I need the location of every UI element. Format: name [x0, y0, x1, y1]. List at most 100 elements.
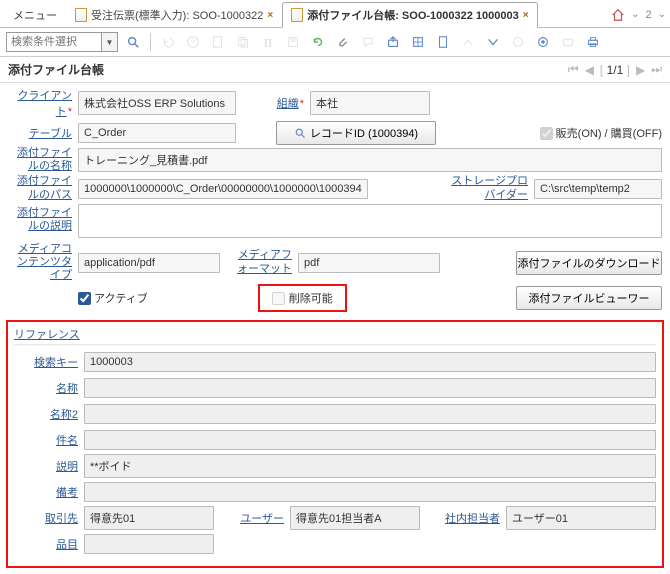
mediact-label[interactable]: メディアコンテンツタイプ — [17, 243, 72, 281]
subject-label[interactable]: 件名 — [56, 435, 78, 447]
storage-value: C:\src\temp\temp2 — [534, 179, 662, 199]
save-icon[interactable] — [283, 32, 303, 52]
srep-value: ユーザー01 — [506, 506, 656, 530]
viewer-label: 添付ファイルビューワー — [529, 290, 650, 306]
document-icon — [75, 8, 87, 22]
ref-desc-label[interactable]: 説明 — [56, 461, 78, 473]
grid-icon[interactable] — [408, 32, 428, 52]
name2-label[interactable]: 名称2 — [50, 409, 78, 421]
home-icon[interactable] — [611, 8, 625, 22]
filename-label[interactable]: 添付ファイルの名称 — [17, 147, 72, 172]
search-criteria-input[interactable] — [7, 33, 101, 51]
note-label[interactable]: 備考 — [56, 487, 78, 499]
chevron-down-icon[interactable]: ⌄ — [631, 9, 639, 20]
tabs-right: ⌄ 2 ⌄ — [611, 8, 666, 22]
download-label: 添付ファイルのダウンロード — [518, 255, 661, 271]
close-icon[interactable]: × — [267, 10, 273, 21]
note-value — [84, 482, 656, 502]
help-icon[interactable]: ? — [183, 32, 203, 52]
last-page-icon[interactable]: ⏭ — [651, 62, 662, 77]
reference-section: リファレンス 検索キー 1000003 名称 名称2 件名 説明 **ボイド 備… — [6, 320, 664, 568]
tab-attach-label: 添付ファイル台帳: SOO-1000322 1000003 — [307, 7, 519, 23]
path-label[interactable]: 添付ファイルのパス — [17, 175, 72, 200]
record-id-button[interactable]: レコードID (1000394) — [276, 121, 436, 145]
desc-input[interactable] — [78, 204, 662, 238]
product-icon[interactable] — [558, 32, 578, 52]
zoom-parent-icon[interactable] — [458, 32, 478, 52]
copy-icon[interactable] — [233, 32, 253, 52]
chevron-down-icon[interactable]: ▼ — [101, 33, 117, 51]
desc-label[interactable]: 添付ファイルの説明 — [17, 207, 72, 232]
zoom-child-icon[interactable] — [483, 32, 503, 52]
new-icon[interactable] — [208, 32, 228, 52]
client-label[interactable]: クライアント — [17, 90, 72, 118]
next-page-icon[interactable]: ▶ — [636, 63, 645, 77]
active-checkbox-input[interactable] — [78, 292, 91, 305]
sales-checkbox-input — [540, 127, 553, 140]
deletable-highlight: 削除可能 — [258, 284, 347, 312]
undo-icon[interactable] — [158, 32, 178, 52]
search-criteria-combo[interactable]: ▼ — [6, 32, 118, 52]
close-icon[interactable]: × — [523, 10, 529, 21]
pager: ⏮ ◀ [ 1/1 ] ▶ ⏭ — [568, 62, 662, 77]
search-icon[interactable] — [123, 32, 143, 52]
form-area: クライアント 株式会社OSS ERP Solutions 組織 本社 テーブル … — [0, 83, 670, 318]
tab-order-label: 受注伝票(標準入力): SOO-1000322 — [91, 7, 263, 23]
tab-order[interactable]: 受注伝票(標準入力): SOO-1000322 × — [66, 2, 282, 27]
viewer-button[interactable]: 添付ファイルビューワー — [516, 286, 662, 310]
ref-desc-value: **ボイド — [84, 454, 656, 478]
path-value: 1000000\1000000\C_Order\00000000\1000000… — [78, 179, 368, 199]
srep-label[interactable]: 社内担当者 — [445, 513, 500, 525]
separator — [14, 344, 656, 346]
svg-text:?: ? — [191, 40, 195, 47]
chat-icon[interactable] — [358, 32, 378, 52]
searchkey-value: 1000003 — [84, 352, 656, 372]
attachment-icon[interactable] — [333, 32, 353, 52]
bp-label[interactable]: 取引先 — [45, 513, 78, 525]
reference-title[interactable]: リファレンス — [14, 326, 656, 342]
name-label[interactable]: 名称 — [56, 383, 78, 395]
table-value: C_Order — [78, 123, 236, 143]
searchkey-label[interactable]: 検索キー — [34, 357, 78, 369]
prev-page-icon[interactable]: ◀ — [585, 63, 594, 77]
tab-menu-label: メニュー — [13, 7, 57, 23]
org-label[interactable]: 組織 — [277, 98, 299, 110]
print-icon[interactable] — [583, 32, 603, 52]
user-value: 得意先01担当者A — [290, 506, 420, 530]
page-indicator: 1/1 — [607, 63, 624, 77]
storage-label[interactable]: ストレージプロバイダー — [451, 175, 528, 200]
process-icon[interactable] — [533, 32, 553, 52]
tab-menu[interactable]: メニュー — [4, 2, 66, 27]
subject-value — [84, 430, 656, 450]
toolbar-separator — [150, 33, 151, 51]
active-checkbox[interactable]: アクティブ — [78, 290, 148, 306]
item-label[interactable]: 品目 — [56, 539, 78, 551]
workflow-icon[interactable] — [508, 32, 528, 52]
first-page-icon[interactable]: ⏮ — [568, 62, 579, 77]
delete-icon[interactable] — [258, 32, 278, 52]
sales-purchase-checkbox[interactable]: 販売(ON) / 購買(OFF) — [540, 125, 662, 141]
mediafmt-label[interactable]: メディアフォーマット — [237, 249, 292, 274]
filename-value: トレーニング_見積書.pdf — [78, 148, 662, 172]
title-bar: 添付ファイル台帳 ⏮ ◀ [ 1/1 ] ▶ ⏭ — [0, 57, 670, 83]
deletable-checkbox — [272, 292, 285, 305]
record-id-label: レコードID (1000394) — [310, 125, 418, 141]
report-icon[interactable] — [433, 32, 453, 52]
export-icon[interactable] — [383, 32, 403, 52]
client-value: 株式会社OSS ERP Solutions — [78, 91, 236, 115]
refresh-icon[interactable] — [308, 32, 328, 52]
tab-attach[interactable]: 添付ファイル台帳: SOO-1000322 1000003 × — [282, 2, 537, 28]
org-value: 本社 — [310, 91, 430, 115]
chevron-down-icon[interactable]: ⌄ — [658, 9, 666, 20]
item-value — [84, 534, 214, 554]
open-tab-count: 2 — [645, 9, 651, 21]
table-label[interactable]: テーブル — [29, 128, 72, 140]
document-icon — [291, 8, 303, 22]
tabs-bar: メニュー 受注伝票(標準入力): SOO-1000322 × 添付ファイル台帳:… — [0, 0, 670, 28]
deletable-label: 削除可能 — [289, 290, 333, 306]
search-icon — [294, 127, 306, 139]
name2-value — [84, 404, 656, 424]
active-label: アクティブ — [94, 290, 148, 306]
download-button[interactable]: 添付ファイルのダウンロード — [516, 251, 662, 275]
user-label[interactable]: ユーザー — [240, 513, 284, 525]
